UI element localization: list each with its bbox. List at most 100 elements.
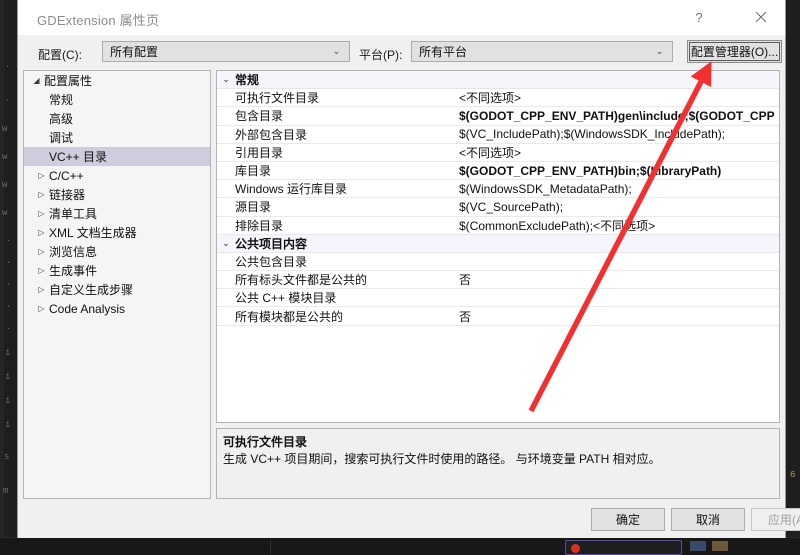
property-name: 公共 C++ 模块目录 [235,291,337,306]
property-value[interactable]: <不同选项> [454,144,779,161]
property-row[interactable]: 所有模块都是公共的 否 [217,307,779,326]
property-row[interactable]: Windows 运行库目录 $(WindowsSDK_MetadataPath); [217,180,779,199]
property-name: 排除目录 [235,218,284,233]
backdrop-gutter [0,0,4,555]
property-row[interactable]: 可执行文件目录 <不同选项> [217,89,779,108]
chevron-down-icon [30,76,43,85]
chevron-down-icon[interactable]: ⌄ [217,238,235,249]
dialog-title-bar: GDExtension 属性页 ? [18,0,785,36]
property-name: 源目录 [235,200,272,215]
property-row[interactable]: 外部包含目录 $(VC_IncludePath);$(WindowsSDK_Inc… [217,126,779,144]
taskbar-icon[interactable] [712,541,728,551]
backdrop-code-line: w [2,124,8,134]
property-value[interactable]: $(VC_IncludePath);$(WindowsSDK_IncludePa… [454,127,779,141]
tree-item-label: 配置属性 [44,74,93,88]
tree-item[interactable]: Code Analysis [24,299,210,318]
property-row[interactable]: 公共包含目录 [217,253,779,272]
property-row[interactable]: 所有标头文件都是公共的 否 [217,271,779,290]
property-value[interactable]: $(GODOT_CPP_ENV_PATH)gen\include;$(GODOT… [454,109,779,123]
configuration-manager-button[interactable]: 配置管理器(O)... [687,40,782,63]
property-category-row[interactable]: ⌄ 常规 [217,71,779,90]
cancel-button[interactable]: 取消 [671,508,745,531]
backdrop-code-line: 6 [790,470,796,480]
backdrop-code-line: · [6,324,12,334]
property-row[interactable]: 包含目录 $(GODOT_CPP_ENV_PATH)gen\include;$(G… [217,107,779,126]
chevron-right-icon [35,285,48,294]
chevron-right-icon [35,190,48,199]
tree-item[interactable]: 链接器 [24,185,210,204]
taskbar-icon[interactable] [690,541,706,551]
property-value[interactable]: 否 [454,308,779,325]
configuration-combobox[interactable]: 所有配置 ⌄ [102,41,350,62]
property-name: 外部包含目录 [235,127,308,142]
backdrop-code-line: · [6,280,12,290]
property-value[interactable]: 否 [454,271,779,288]
tree-item[interactable]: 常规 [24,90,210,109]
tree-item[interactable]: 生成事件 [24,261,210,280]
backdrop-code-line: · [6,302,12,312]
backdrop-code-line: · [5,96,11,106]
property-name: 公共包含目录 [235,254,308,269]
platform-label: 平台(P): [359,48,403,62]
apply-button: 应用(A) [751,508,800,531]
chevron-down-icon[interactable]: ⌄ [217,74,235,85]
tree-item[interactable]: C/C++ [24,166,210,185]
configuration-value: 所有配置 [110,45,159,59]
property-name: 所有标头文件都是公共的 [235,273,368,288]
tree-item[interactable]: 高级 [24,109,210,128]
description-title: 可执行文件目录 [223,435,308,449]
property-name: Windows 运行库目录 [235,182,348,197]
tree-item-label: 常规 [49,93,74,107]
property-row[interactable]: 排除目录 $(CommonExcludePath);<不同选项> [217,217,779,235]
property-row[interactable]: 引用目录 <不同选项> [217,144,779,162]
taskbar-text [735,542,737,551]
description-text: 生成 VC++ 项目期间，搜索可执行文件时使用的路径。 与环境变量 PATH 相… [223,452,661,466]
chevron-right-icon [35,209,48,218]
tree-item[interactable]: 浏览信息 [24,242,210,261]
backdrop-code-line: w [2,152,8,162]
tree-item-label: 链接器 [49,188,86,202]
dialog-footer: 确定 取消 应用(A) [18,504,800,538]
property-value[interactable]: $(VC_SourcePath); [454,200,779,214]
tree-item[interactable]: 清单工具 [24,204,210,223]
property-value[interactable]: $(CommonExcludePath);<不同选项> [454,217,779,234]
property-value[interactable]: $(WindowsSDK_MetadataPath); [454,182,779,196]
dialog-body: 配置属性常规高级调试VC++ 目录C/C++链接器清单工具XML 文档生成器浏览… [18,70,785,504]
backdrop-code-line: i [5,420,11,430]
backdrop-code-line: i [5,348,11,358]
tree-item[interactable]: 自定义生成步骤 [24,280,210,299]
taskbar [0,537,800,555]
ok-button[interactable]: 确定 [591,508,665,531]
tree-item-label: 自定义生成步骤 [49,283,134,297]
tree-item[interactable]: 配置属性 [24,71,210,90]
dialog-toolbar: 配置(C): 所有配置 ⌄ 平台(P): 所有平台 ⌄ 配置管理器(O)... [18,36,785,70]
property-value[interactable]: $(GODOT_CPP_ENV_PATH)bin;$(LibraryPath) [454,164,779,178]
property-row[interactable]: 库目录 $(GODOT_CPP_ENV_PATH)bin;$(LibraryPat… [217,162,779,181]
property-grid[interactable]: ⌄ 常规 可执行文件目录 <不同选项> 包含目录 $(GODOT_CPP_ENV_PATH… [216,70,780,423]
chevron-down-icon: ⌄ [655,46,664,56]
property-name: 常规 [235,73,260,88]
property-row[interactable]: 公共 C++ 模块目录 [217,289,779,308]
configuration-label: 配置(C): [38,48,82,62]
backdrop-code-line: w [2,180,8,190]
tree-item-label: 浏览信息 [49,245,98,259]
backdrop-code-line: s [4,452,10,462]
property-category-row[interactable]: ⌄ 公共项目内容 [217,234,779,253]
tree-item[interactable]: XML 文档生成器 [24,223,210,242]
property-value[interactable]: <不同选项> [454,89,779,106]
tree-item[interactable]: 调试 [24,128,210,147]
chevron-right-icon [35,247,48,256]
taskbar-active-app[interactable] [565,540,682,555]
help-icon[interactable]: ? [677,0,721,34]
platform-combobox[interactable]: 所有平台 ⌄ [411,41,673,62]
property-category-tree[interactable]: 配置属性常规高级调试 VC++ 目录 C/C++ 链接器清单工具 XML 文档生成器浏览… [23,70,211,499]
tree-item[interactable]: VC++ 目录 [24,147,210,166]
chevron-right-icon [35,171,48,180]
property-row[interactable]: 源目录 $(VC_SourcePath); [217,198,779,217]
property-name: 引用目录 [235,145,284,160]
close-icon[interactable] [739,0,783,34]
backdrop-code-line: · [6,236,12,246]
property-name: 库目录 [235,164,272,179]
property-pages-dialog: GDExtension 属性页 ? 配置(C): 所有配置 ⌄ 平台(P): 所… [17,0,800,538]
chevron-right-icon [35,266,48,275]
